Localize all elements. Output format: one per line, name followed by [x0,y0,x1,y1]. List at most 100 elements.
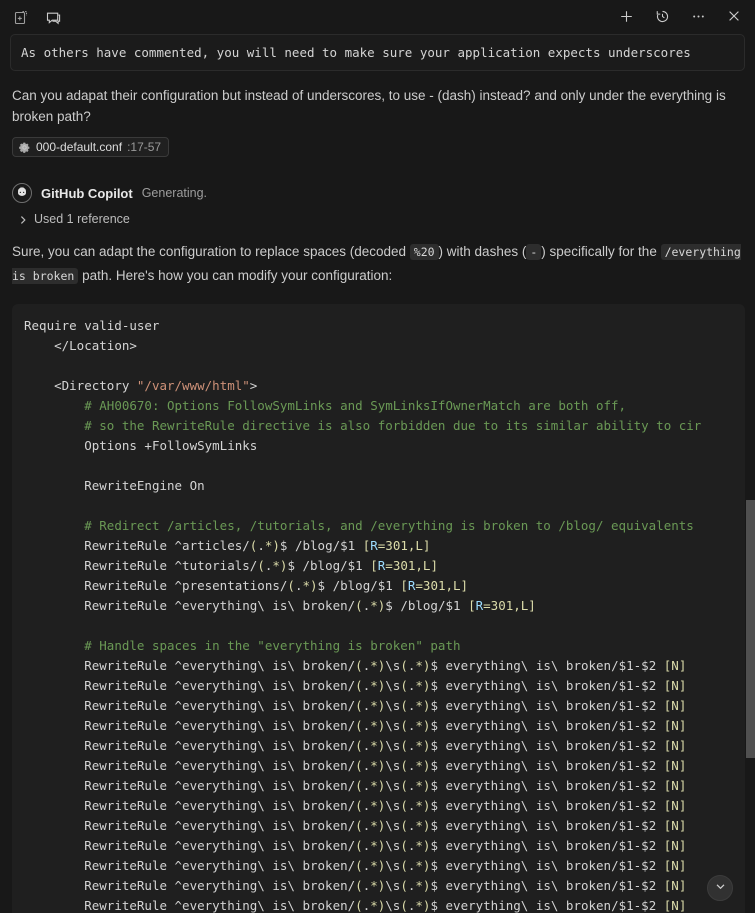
code-token-plain: > [249,378,258,393]
code-token-flag: *) [415,838,431,853]
code-token-flag: *) [370,878,386,893]
copilot-edits-tab[interactable] [6,3,36,33]
code-token-flag: ( [355,698,363,713]
code-token-flag: ( [355,878,363,893]
code-token-plain: RewriteRule ^tutorials/ [84,558,258,573]
close-button[interactable] [721,3,747,29]
chat-scrollbar-thumb[interactable] [746,500,755,758]
code-token-flag: *) [370,858,386,873]
code-token-flag: ( [400,818,408,833]
more-actions-button[interactable] [685,3,711,29]
code-token-flag: ( [257,558,265,573]
code-token-plain: $ everything\ is\ broken/$1-$2 [430,838,664,853]
chat-tab[interactable] [38,3,68,36]
code-token-comment: # AH00670: Options FollowSymLinks and Sy… [84,398,627,413]
code-token-flag: *) [272,558,288,573]
code-token-plain: RewriteEngine On [84,478,205,493]
ellipsis-icon [691,9,706,24]
code-token-flag: *) [415,858,431,873]
code-line: RewriteRule ^everything\ is\ broken/(.*)… [24,758,686,773]
code-token-plain: RewriteRule ^everything\ is\ broken/ [84,678,356,693]
code-token-flag: *) [370,818,386,833]
code-token-plain: \s [385,738,401,753]
code-line: RewriteEngine On [24,478,205,493]
code-token-flag: ( [400,878,408,893]
code-token-flag: ( [355,678,363,693]
code-token-flag: ( [400,758,408,773]
chevron-right-icon [18,214,28,224]
code-token-flag: ( [400,658,408,673]
code-token-flag: ( [400,898,408,913]
code-token-flag: ( [355,758,363,773]
code-token-flag: *) [415,778,431,793]
code-token-flag: *) [370,798,386,813]
code-token-key: R [370,538,378,553]
chat-conversation-scroll[interactable]: As others have commented, you will need … [0,34,755,913]
code-token-flag: [N] [663,798,687,813]
inline-code-dash: - [526,244,542,260]
code-token-plain: \s [385,898,401,913]
code-token-flag: =301,L] [385,558,438,573]
code-token-flag: ( [400,718,408,733]
code-line: # Redirect /articles, /tutorials, and /e… [24,518,694,533]
code-token-plain: \s [385,678,401,693]
chat-scrollbar[interactable] [745,34,755,913]
code-line: # AH00670: Options FollowSymLinks and Sy… [24,398,626,413]
code-token-flag: [N] [663,878,687,893]
copilot-icon [16,186,28,201]
code-token-flag: =301,L] [483,598,536,613]
code-token-plain: $ /blog/$1 [317,578,401,593]
code-token-plain: $ everything\ is\ broken/$1-$2 [430,678,664,693]
code-token-plain: RewriteRule ^everything\ is\ broken/ [84,758,356,773]
scroll-to-bottom-button[interactable] [707,875,733,901]
code-token-plain: \s [385,778,401,793]
code-token-flag: ( [355,718,363,733]
code-token-plain: \s [385,698,401,713]
code-token-plain: <Directory [54,378,137,393]
code-token-flag: *) [415,658,431,673]
code-token-flag: *) [302,578,318,593]
prose-part-4: path. Here's how you can modify your con… [78,268,393,283]
code-token-flag: =301,L] [415,578,469,593]
plus-icon [619,9,634,24]
code-token-plain: $ everything\ is\ broken/$1-$2 [430,898,664,913]
code-line: RewriteRule ^everything\ is\ broken/(.*)… [24,858,686,873]
code-token-plain: $ /blog/$1 [279,538,363,553]
code-token-plain: $ everything\ is\ broken/$1-$2 [430,878,664,893]
code-token-plain: $ /blog/$1 [287,558,371,573]
code-token-flag: *) [415,698,431,713]
code-token-plain: RewriteRule ^everything\ is\ broken/ [84,898,356,913]
code-token-flag: [N] [663,858,687,873]
used-references-toggle[interactable]: Used 1 reference [0,203,755,226]
chat-panel-titlebar [0,0,755,36]
code-token-plain: \s [385,718,401,733]
code-token-flag: [N] [663,898,687,913]
code-line: RewriteRule ^everything\ is\ broken/(.*)… [24,898,686,913]
code-token-flag: *) [415,758,431,773]
code-token-plain: $ everything\ is\ broken/$1-$2 [430,758,664,773]
code-token-flag: ( [355,838,363,853]
code-token-flag: *) [415,738,431,753]
code-token-plain: RewriteRule ^everything\ is\ broken/ [84,698,356,713]
assistant-name: GitHub Copilot [41,185,133,201]
attachment-chip-000-default-conf[interactable]: 000-default.conf:17-57 [12,137,170,157]
code-token-plain: \s [385,658,401,673]
code-token-flag: ( [400,838,408,853]
code-line: RewriteRule ^everything\ is\ broken/(.*)… [24,598,536,613]
code-line: RewriteRule ^everything\ is\ broken/(.*)… [24,798,686,813]
code-token-plain: RewriteRule ^everything\ is\ broken/ [84,738,356,753]
code-token-flag: ( [400,798,408,813]
new-chat-button[interactable] [613,3,639,29]
used-references-label: Used 1 reference [34,212,130,226]
prose-part-3: ) specifically for the [541,244,661,259]
chat-history-button[interactable] [649,3,675,29]
code-line: # Handle spaces in the "everything is br… [24,638,460,653]
code-token-flag: ( [355,898,363,913]
assistant-code-block[interactable]: Require valid-user </Location> <Director… [12,304,745,913]
assistant-status: Generating. [141,186,208,200]
code-token-plain: $ everything\ is\ broken/$1-$2 [430,858,664,873]
code-token-plain: $ /blog/$1 [385,598,469,613]
close-icon [727,9,741,23]
assistant-message-text: Sure, you can adapt the configuration to… [0,226,755,288]
code-token-flag: *) [370,898,386,913]
